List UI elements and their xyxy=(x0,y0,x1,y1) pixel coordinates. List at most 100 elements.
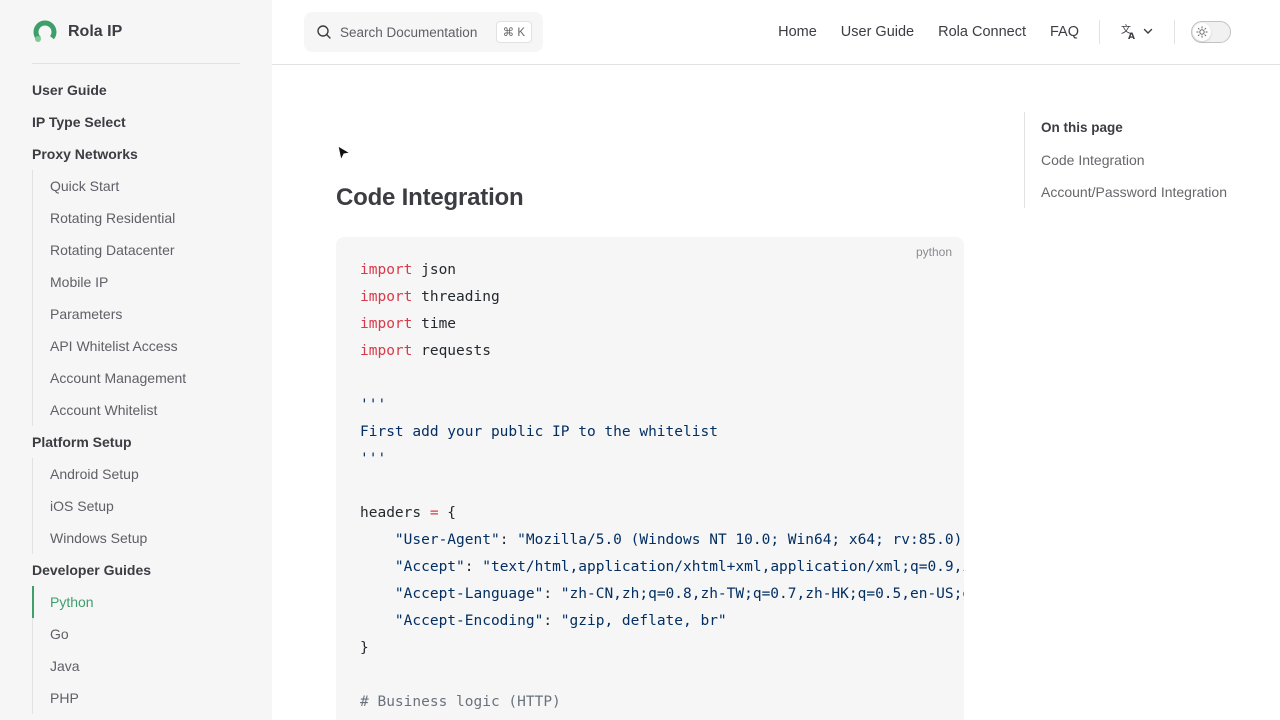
code-line: } xyxy=(360,635,964,662)
sidebar-item[interactable]: Java xyxy=(32,650,240,682)
code-line: import time xyxy=(360,311,964,338)
language-switcher[interactable]: 文 A xyxy=(1120,22,1154,40)
page-outline: On this page Code Integration Account/Pas… xyxy=(1024,112,1254,208)
sidebar-item[interactable]: Account Management xyxy=(32,362,240,394)
code-token: : xyxy=(464,559,483,575)
code-token: "User-Agent" xyxy=(394,532,500,548)
code-line: ''' xyxy=(360,446,964,473)
mouse-cursor-icon xyxy=(337,145,351,161)
sidebar-item[interactable]: Go xyxy=(32,618,240,650)
search-icon xyxy=(317,25,331,39)
sidebar-item[interactable]: PHP xyxy=(32,682,240,714)
code-token: "Accept" xyxy=(394,559,465,575)
code-token: "gzip, deflate, br" xyxy=(560,613,727,629)
code-line: "Accept": "text/html,application/xhtml+x… xyxy=(360,554,964,581)
outline-title: On this page xyxy=(1041,120,1123,135)
nav-link[interactable]: User Guide xyxy=(841,24,914,40)
nav-link[interactable]: Rola Connect xyxy=(938,24,1026,40)
code-token: "zh-CN,zh;q=0.8,zh-TW;q=0.7,zh-HK;q=0.5,… xyxy=(560,586,964,602)
sidebar-item[interactable]: Quick Start xyxy=(32,170,240,202)
outline-links: Code Integration Account/Password Integra… xyxy=(1025,144,1254,208)
sidebar-item[interactable]: Proxy Networks xyxy=(32,138,240,170)
navbar-separator xyxy=(1174,20,1175,44)
sidebar-item[interactable]: Parameters xyxy=(32,298,240,330)
sidebar: Rola IP User Guide IP Type Select Proxy Ne… xyxy=(0,0,272,720)
code-token: ''' xyxy=(360,451,387,467)
switch-knob xyxy=(1193,23,1211,41)
sidebar-item[interactable]: Account Whitelist xyxy=(32,394,240,426)
code-line: "Accept-Language": "zh-CN,zh;q=0.8,zh-TW… xyxy=(360,581,964,608)
rola-logo-icon xyxy=(33,20,57,44)
search-placeholder: Search Documentation xyxy=(340,24,478,40)
code-token: } xyxy=(360,640,369,656)
sidebar-item[interactable]: Developer Guides xyxy=(32,554,240,586)
site-logo[interactable]: Rola IP xyxy=(32,18,122,46)
code-token: "Mozilla/5.0 (Windows NT 10.0; Win64; x6… xyxy=(517,532,963,548)
sidebar-item[interactable]: User Guide xyxy=(32,74,240,106)
sidebar-item[interactable]: Rotating Datacenter xyxy=(32,234,240,266)
code-token: threading xyxy=(412,289,500,305)
sidebar-item[interactable]: Platform Setup xyxy=(32,426,240,458)
code-token: time xyxy=(412,316,457,332)
sidebar-item[interactable]: API Whitelist Access xyxy=(32,330,240,362)
sidebar-nav: User Guide IP Type Select Proxy Networks Qu… xyxy=(32,74,240,714)
sidebar-item[interactable]: Python xyxy=(32,586,240,618)
nav-link[interactable]: FAQ xyxy=(1050,24,1079,40)
outline-link[interactable]: Account/Password Integration xyxy=(1025,176,1254,208)
sidebar-item[interactable]: Rotating Residential xyxy=(32,202,240,234)
code-token: "Accept-Language" xyxy=(394,586,544,602)
code-token: headers xyxy=(360,505,430,521)
sidebar-item[interactable]: Windows Setup xyxy=(32,522,240,554)
divider xyxy=(32,63,240,64)
code-block: python import json import threading import… xyxy=(336,237,964,720)
code-token: ''' xyxy=(360,397,387,413)
section-heading: Code Integration xyxy=(336,184,524,211)
code-token: "text/html,application/xhtml+xml,applica… xyxy=(482,559,964,575)
code-line: import threading xyxy=(360,284,964,311)
nav-link[interactable]: Home xyxy=(778,24,817,40)
code-line: import json xyxy=(360,257,964,284)
svg-text:A: A xyxy=(1128,32,1135,40)
sidebar-item[interactable]: Mobile IP xyxy=(32,266,240,298)
outline-link[interactable]: Code Integration xyxy=(1025,144,1254,176)
code-line: ''' xyxy=(360,392,964,419)
code-token: import xyxy=(360,316,413,332)
code-token: { xyxy=(438,505,457,521)
code-line: headers = { xyxy=(360,500,964,527)
site-title: Rola IP xyxy=(68,23,123,40)
code-line: "Accept-Encoding": "gzip, deflate, br" xyxy=(360,608,964,635)
code-token: requests xyxy=(412,343,491,359)
code-token: = xyxy=(429,505,439,521)
top-navbar: Search Documentation ⌘ K Home User Guide R… xyxy=(272,0,1280,65)
code-token: import xyxy=(360,343,413,359)
code-token: json xyxy=(412,262,457,278)
code-line: First add your public IP to the whitelis… xyxy=(360,419,964,446)
code-line: import requests xyxy=(360,338,964,365)
search-button[interactable]: Search Documentation ⌘ K xyxy=(304,12,543,52)
code-token: First add your public IP to the whitelis… xyxy=(360,424,718,440)
code-token: # Business logic (HTTP) xyxy=(360,694,561,710)
nav-menu: Home User Guide Rola Connect FAQ xyxy=(754,0,1079,64)
code-token: import xyxy=(360,289,413,305)
sidebar-item[interactable]: Android Setup xyxy=(32,458,240,490)
navbar-separator xyxy=(1099,20,1100,44)
translate-icon: 文 A xyxy=(1121,23,1135,40)
appearance-toggle[interactable] xyxy=(1191,21,1231,43)
sidebar-item[interactable]: IP Type Select xyxy=(32,106,240,138)
code-lines: import json import threading import time im… xyxy=(360,257,964,716)
sidebar-item[interactable]: iOS Setup xyxy=(32,490,240,522)
code-token: import xyxy=(360,262,413,278)
code-line: "User-Agent": "Mozilla/5.0 (Windows NT 1… xyxy=(360,527,964,554)
code-line: # Business logic (HTTP) xyxy=(360,689,964,716)
code-token: : xyxy=(543,586,561,602)
sun-icon xyxy=(1196,26,1208,38)
search-shortcut-badge: ⌘ K xyxy=(495,21,532,43)
chevron-down-icon xyxy=(1143,28,1153,34)
